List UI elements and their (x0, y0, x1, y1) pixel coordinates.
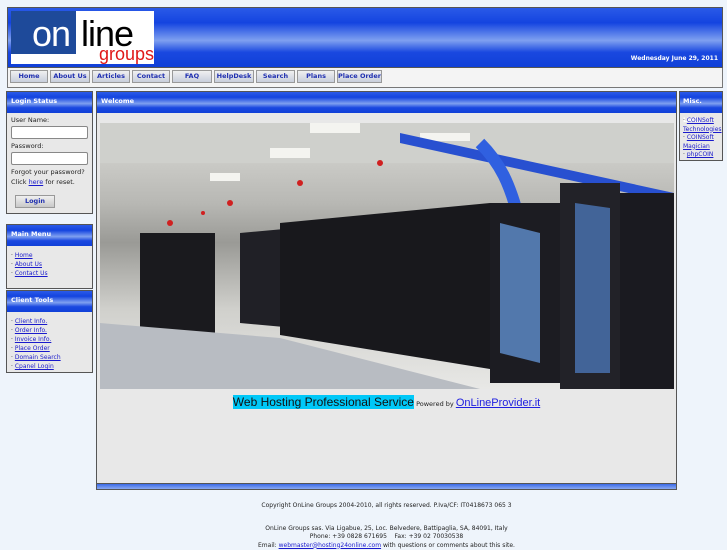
footer-bar (96, 483, 677, 490)
nav-bar: Home About Us Articles Contact FAQ HelpD… (7, 68, 723, 88)
provider-link[interactable]: OnLineProvider.it (456, 397, 540, 409)
nav-contact[interactable]: Contact (132, 70, 170, 83)
welcome-panel: Welcome Web Hosting Professional Service… (96, 91, 677, 490)
nav-faq[interactable]: FAQ (172, 70, 212, 83)
place-order-link[interactable]: Place Order (15, 345, 50, 352)
main-menu-panel: Main Menu · Home · About Us · Contact Us (6, 224, 93, 289)
logo[interactable]: on line groups (11, 11, 154, 64)
reset-here-link[interactable]: here (29, 178, 44, 186)
client-tools-title: Client Tools (7, 291, 92, 312)
nav-articles[interactable]: Articles (92, 70, 130, 83)
client-info-link[interactable]: Client Info. (15, 318, 47, 325)
phpcoin-link[interactable]: phpCOIN (687, 151, 714, 158)
click-text: Click (11, 178, 29, 186)
order-info-link[interactable]: Order Info. (15, 327, 47, 334)
datacenter-photo (100, 123, 674, 389)
email-suffix: with questions or comments about this si… (381, 541, 515, 549)
footer: Copyright OnLine Groups 2004-2010, all r… (96, 502, 677, 550)
email-link[interactable]: webmaster@hosting24online.com (279, 542, 381, 549)
menu-home-link[interactable]: Home (15, 252, 33, 259)
nav-helpdesk[interactable]: HelpDesk (214, 70, 254, 83)
cpanel-login-link[interactable]: Cpanel Login (15, 363, 54, 370)
tagline: Web Hosting Professional Service Powered… (97, 395, 676, 409)
for-reset-text: for reset. (43, 178, 75, 186)
powered-by-text: Powered by (416, 400, 454, 408)
username-label: User Name: (11, 116, 50, 124)
nav-place-order[interactable]: Place Order (337, 70, 382, 83)
misc-links-panel: Misc. Links · COINSoft Technologies · CO… (679, 91, 723, 161)
login-button[interactable]: Login (15, 195, 55, 208)
coinsoft-technologies-link[interactable]: COINSoft Technologies (683, 117, 722, 133)
email-prefix: Email: (258, 541, 279, 549)
coinsoft-magician-link[interactable]: COINSoft Magician (683, 134, 714, 150)
forgot-password-text: Forgot your password? (11, 168, 85, 176)
current-date: Wednesday June 29, 2011 (630, 55, 718, 62)
logo-text-groups: groups (99, 44, 155, 64)
misc-links-title: Misc. Links (680, 92, 722, 124)
copyright-text: Copyright OnLine Groups 2004-2010, all r… (261, 502, 512, 509)
nav-home[interactable]: Home (10, 70, 48, 83)
menu-about-us-link[interactable]: About Us (15, 261, 42, 268)
main-menu-title: Main Menu (7, 225, 92, 246)
client-tools-panel: Client Tools · Client Info. · Order Info… (6, 290, 93, 373)
domain-search-link[interactable]: Domain Search (15, 354, 61, 361)
invoice-info-link[interactable]: Invoice Info. (15, 336, 52, 343)
nav-about-us[interactable]: About Us (50, 70, 90, 83)
welcome-title: Welcome (97, 92, 676, 113)
menu-contact-us-link[interactable]: Contact Us (15, 270, 48, 277)
username-input[interactable] (11, 126, 88, 139)
nav-search[interactable]: Search (256, 70, 295, 83)
login-panel: Login Status User Name: Password: Forgot… (6, 91, 93, 214)
password-label: Password: (11, 142, 44, 150)
login-panel-title: Login Status (7, 92, 92, 113)
password-input[interactable] (11, 152, 88, 165)
phone-fax-text: Phone: +39 0828 671695 Fax: +39 02 70030… (309, 533, 464, 540)
nav-plans[interactable]: Plans (297, 70, 335, 83)
tagline-headline: Web Hosting Professional Service (232, 395, 414, 409)
site-header: on line groups Wednesday June 29, 2011 (7, 7, 723, 68)
address-text: OnLine Groups sas. Via Ligabue, 25, Loc.… (265, 524, 508, 532)
logo-text-on: on (32, 13, 71, 54)
